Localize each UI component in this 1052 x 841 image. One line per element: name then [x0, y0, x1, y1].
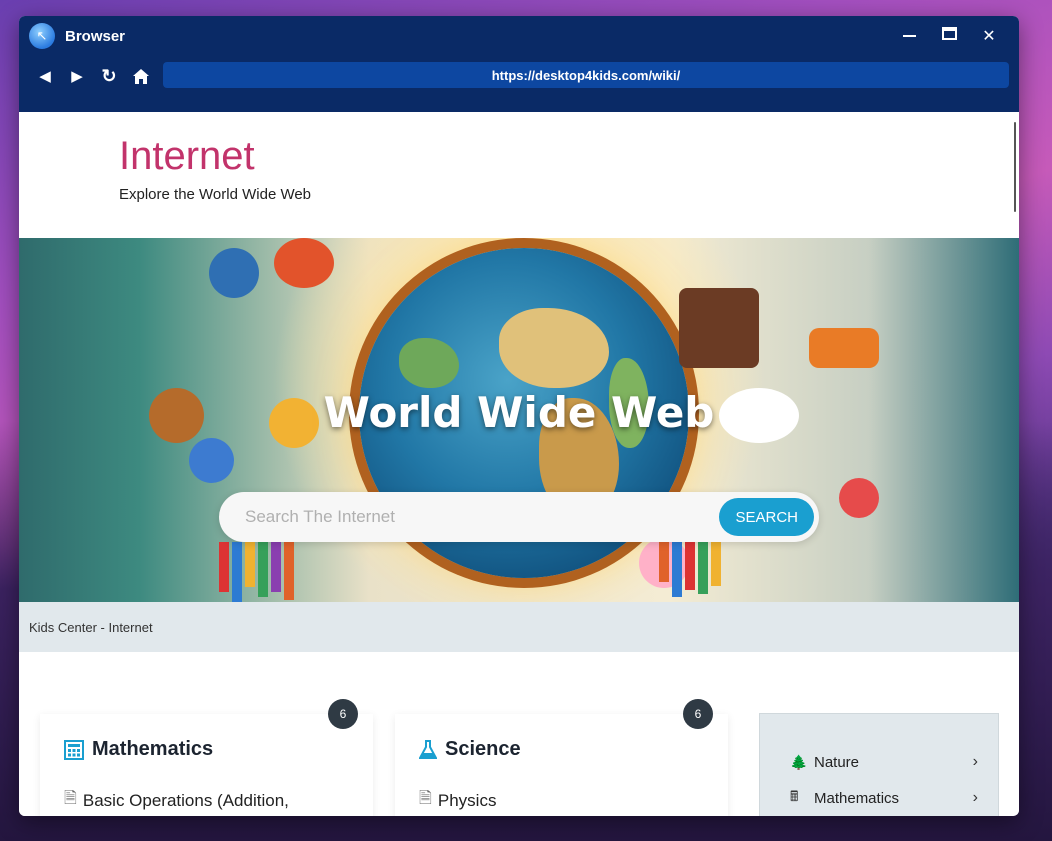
category-sidebar: 🌲 Nature › 🖩 Mathematics ›	[759, 713, 999, 816]
hero-illustration-ball	[274, 238, 334, 288]
card-mathematics[interactable]: 6 Mathematics 🗎 Basic Operations (Additi…	[40, 699, 373, 816]
sidebar-item-nature[interactable]: 🌲 Nature ›	[790, 744, 978, 780]
maximize-button[interactable]	[929, 27, 969, 45]
hero-banner: World Wide Web SEARCH	[19, 238, 1019, 602]
card-title: Mathematics	[64, 738, 349, 761]
card-link[interactable]: 🗎 Physics	[419, 787, 704, 814]
flask-icon	[419, 739, 437, 759]
document-icon: 🗎	[419, 790, 432, 807]
breadcrumb: Kids Center - Internet	[19, 602, 1019, 652]
address-bar[interactable]: https://desktop4kids.com/wiki/	[163, 62, 1009, 88]
page-title: Internet	[119, 134, 255, 178]
hero-illustration-airplane	[809, 328, 879, 368]
calculator-icon: 🖩	[790, 788, 799, 804]
chevron-right-icon: ›	[972, 753, 978, 770]
hero-illustration-books	[219, 542, 294, 602]
navigation-bar: ◀ ▶ ↻ https://desktop4kids.com/wiki/	[19, 56, 1019, 112]
forward-button[interactable]: ▶	[61, 62, 93, 90]
back-arrow-icon: ◀	[39, 68, 51, 85]
card-link-label: Basic Operations (Addition,	[82, 790, 289, 810]
globe-continent	[399, 338, 459, 388]
window-title: Browser	[65, 27, 126, 45]
card-science[interactable]: 6 Science 🗎 Physics	[395, 699, 728, 816]
document-icon: 🗎	[64, 790, 77, 807]
hero-illustration-ball	[839, 478, 879, 518]
category-cards: 6 Mathematics 🗎 Basic Operations (Additi…	[19, 652, 1019, 816]
tree-icon: 🌲	[790, 753, 808, 770]
close-button[interactable]: ✕	[969, 26, 1009, 46]
maximize-icon	[941, 27, 957, 40]
back-button[interactable]: ◀	[29, 62, 61, 90]
search-box: SEARCH	[219, 492, 819, 542]
page-subtitle: Explore the World Wide Web	[119, 186, 312, 203]
card-link[interactable]: 🗎 Basic Operations (Addition,	[64, 787, 349, 814]
browser-window: ↖ Browser ✕ ◀ ▶ ↻ https://desktop4kids.c…	[19, 16, 1019, 816]
hero-title: World Wide Web	[323, 388, 715, 437]
card-title-label: Mathematics	[92, 738, 214, 760]
sidebar-item-label: Mathematics	[814, 789, 900, 807]
minimize-button[interactable]	[889, 27, 929, 45]
scrollbar[interactable]	[1014, 122, 1016, 212]
globe-continent	[499, 308, 609, 388]
card-link-label: Physics	[437, 790, 497, 810]
home-icon	[133, 68, 149, 84]
close-icon: ✕	[982, 28, 996, 45]
hero-illustration-pencils	[659, 542, 721, 602]
search-input[interactable]	[245, 507, 720, 527]
sidebar-item-label: Nature	[814, 753, 860, 771]
count-badge: 6	[683, 699, 713, 729]
count-badge: 6	[328, 699, 358, 729]
forward-arrow-icon: ▶	[71, 68, 83, 85]
card-title-label: Science	[445, 738, 521, 760]
reload-icon: ↻	[101, 65, 117, 86]
search-button[interactable]: SEARCH	[719, 498, 814, 536]
sidebar-item-mathematics[interactable]: 🖩 Mathematics ›	[790, 780, 978, 816]
chevron-right-icon: ›	[972, 789, 978, 806]
title-bar: ↖ Browser ✕	[19, 16, 1019, 56]
hero-illustration-calculator	[679, 288, 759, 368]
home-button[interactable]	[125, 62, 157, 90]
page-header: Internet Explore the World Wide Web	[19, 112, 1019, 238]
minimize-icon	[902, 34, 916, 37]
card-title: Science	[419, 738, 704, 761]
calculator-icon	[64, 739, 84, 760]
reload-button[interactable]: ↻	[93, 62, 125, 90]
page-content: Internet Explore the World Wide Web Worl…	[19, 112, 1019, 816]
hero-illustration-ball	[209, 248, 259, 298]
hero-illustration-rocket	[189, 438, 234, 483]
browser-logo-icon: ↖	[29, 23, 55, 49]
